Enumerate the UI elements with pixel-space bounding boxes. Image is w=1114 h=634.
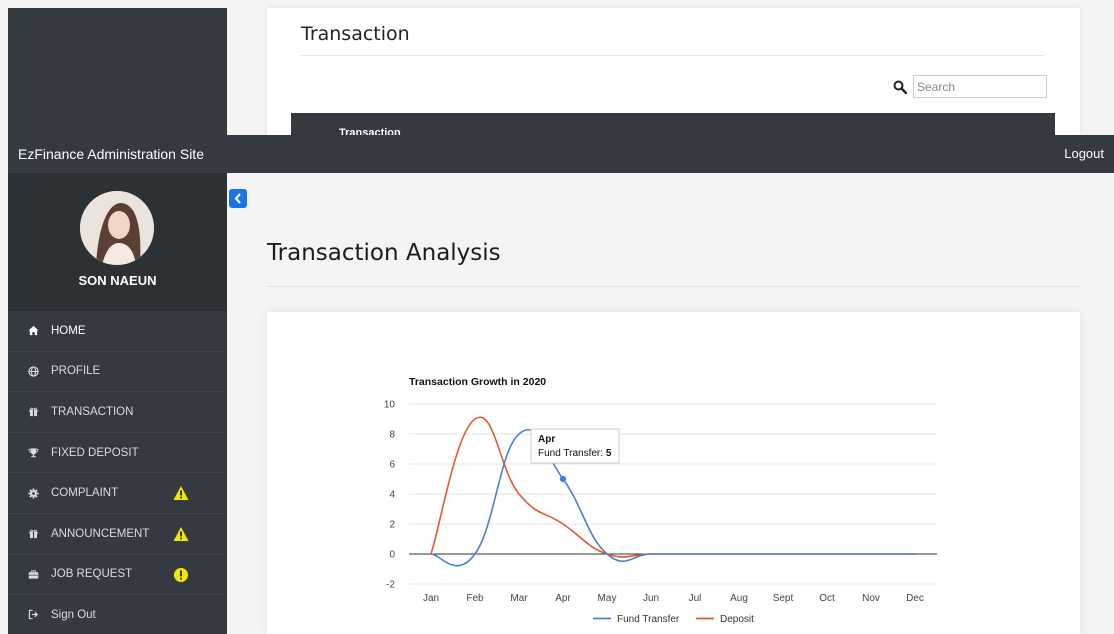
background-table-header: Transaction: [291, 113, 1055, 135]
site-brand[interactable]: EzFinance Administration Site: [18, 146, 204, 162]
sidebar-item-label: PROFILE: [51, 365, 101, 378]
sidebar-item-label: Sign Out: [51, 608, 96, 621]
sidebar-item-announcement[interactable]: ANNOUNCEMENT: [8, 514, 227, 555]
legend-label: Deposit: [720, 614, 754, 625]
sidebar-item-label: FIXED DEPOSIT: [51, 446, 139, 459]
y-tick-label: 10: [384, 400, 396, 411]
globe-icon: [28, 366, 39, 377]
y-tick-label: -2: [386, 580, 395, 591]
legend-label: Fund Transfer: [617, 614, 680, 625]
sidebar-item-transaction[interactable]: TRANSACTION: [8, 392, 227, 433]
avatar: [80, 191, 154, 265]
title-divider: [267, 286, 1080, 287]
sidebar-item-label: COMPLAINT: [51, 487, 119, 500]
background-sidebar: [8, 8, 227, 135]
x-tick-label: Sept: [773, 593, 794, 604]
warning-icon: [173, 526, 189, 541]
series-line-deposit: [430, 416, 915, 558]
x-tick-label: Feb: [466, 593, 484, 604]
sign-out-icon: [28, 610, 39, 620]
x-tick-label: Jan: [423, 593, 439, 604]
tooltip-value: Fund Transfer: 5: [538, 448, 612, 459]
y-tick-label: 0: [389, 550, 395, 561]
background-page: Transaction Transaction: [0, 0, 1114, 135]
x-tick-label: Oct: [819, 593, 835, 604]
background-page-title: Transaction: [301, 23, 410, 45]
sidebar-item-complaint[interactable]: COMPLAINT: [8, 473, 227, 514]
background-transaction-card: Transaction Transaction: [267, 8, 1080, 135]
gear-icon: [28, 488, 39, 499]
x-tick-label: Jun: [643, 593, 659, 604]
y-tick-label: 4: [389, 490, 395, 501]
sidebar-item-label: HOME: [51, 324, 86, 337]
y-tick-label: 6: [389, 460, 395, 471]
logout-link[interactable]: Logout: [1064, 146, 1104, 161]
x-tick-label: Dec: [906, 593, 924, 604]
background-search: [893, 75, 1047, 98]
y-tick-label: 2: [389, 520, 395, 531]
sidebar-collapse-button[interactable]: [229, 189, 247, 208]
x-tick-label: Aug: [730, 593, 748, 604]
trophy-icon: [28, 448, 39, 458]
chevron-left-icon: [234, 193, 241, 204]
background-divider: [301, 55, 1044, 56]
highlighted-data-point: [559, 475, 567, 483]
sidebar-item-profile[interactable]: PROFILE: [8, 352, 227, 393]
x-tick-label: May: [598, 593, 617, 604]
search-input[interactable]: [913, 75, 1047, 98]
top-navbar: EzFinance Administration Site Logout: [8, 135, 1114, 173]
tooltip-title: Apr: [538, 434, 555, 445]
x-tick-label: Nov: [862, 593, 880, 604]
sidebar-item-label: JOB REQUEST: [51, 568, 133, 581]
sidebar-item-home[interactable]: HOME: [8, 311, 227, 352]
gift-icon: [29, 529, 38, 539]
briefcase-icon: [28, 570, 39, 579]
search-icon: [893, 80, 907, 94]
sidebar-item-job-request[interactable]: JOB REQUEST: [8, 555, 227, 596]
page-title: Transaction Analysis: [267, 240, 501, 266]
sidebar: SON NAEUN HOME PROFILE TRANSACTION FIXED…: [8, 173, 227, 634]
chart-card: Transaction Growth in 2020 -2 0 2 4 6 8 10 Jan F…: [267, 312, 1080, 634]
sidebar-item-label: ANNOUNCEMENT: [51, 527, 150, 540]
avatar-image: [80, 191, 154, 265]
profile-name: SON NAEUN: [78, 273, 157, 288]
y-tick-label: 8: [389, 430, 395, 441]
x-tick-label: Apr: [555, 593, 571, 604]
transaction-growth-chart: Transaction Growth in 2020 -2 0 2 4 6 8 10 Jan F…: [384, 376, 937, 625]
sidebar-item-fixed-deposit[interactable]: FIXED DEPOSIT: [8, 433, 227, 474]
profile-panel: SON NAEUN: [8, 173, 227, 311]
chart-title: Transaction Growth in 2020: [409, 376, 546, 388]
gift-icon: [29, 408, 38, 417]
sidebar-nav: HOME PROFILE TRANSACTION FIXED DEPOSIT C…: [8, 311, 227, 634]
sidebar-item-sign-out[interactable]: Sign Out: [8, 595, 227, 634]
series-line-fund-transfer: [430, 429, 915, 567]
sidebar-item-label: TRANSACTION: [51, 405, 134, 418]
x-tick-label: Jul: [689, 593, 702, 604]
alert-circle-icon: [174, 567, 188, 582]
x-tick-label: Mar: [510, 593, 528, 604]
home-icon: [28, 326, 39, 336]
warning-icon: [173, 486, 189, 501]
